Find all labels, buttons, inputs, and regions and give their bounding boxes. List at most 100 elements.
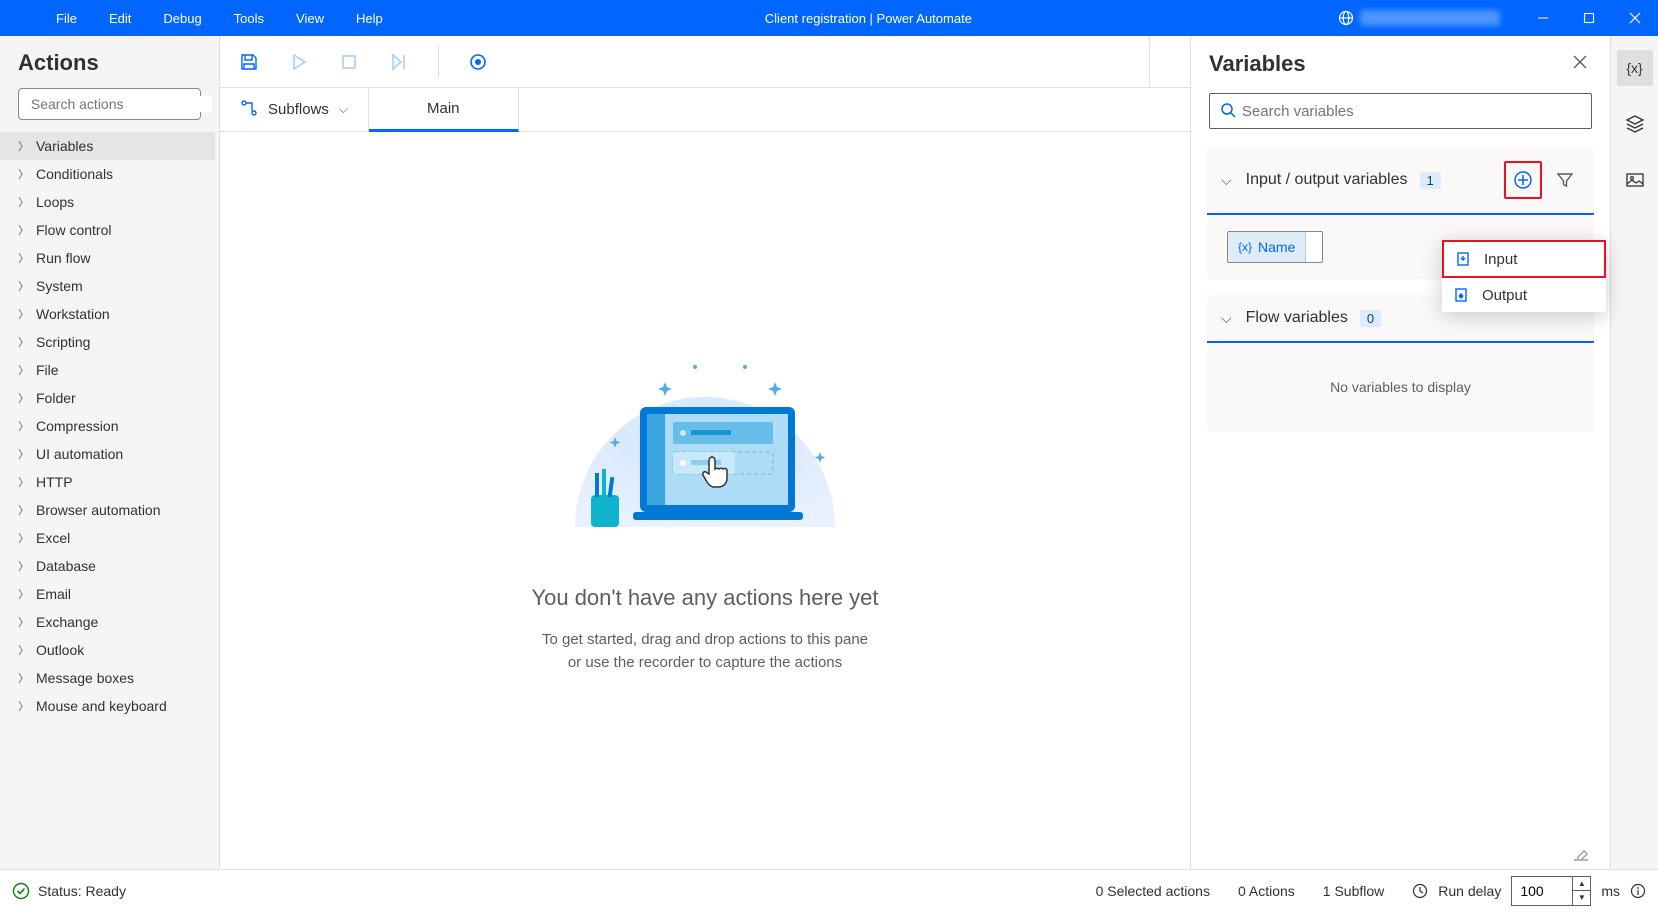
chevron-right-icon: 〉 [18, 362, 36, 378]
subflow-icon [240, 99, 258, 121]
action-category-flow-control[interactable]: 〉Flow control [0, 216, 215, 244]
chevron-right-icon: 〉 [18, 250, 36, 266]
run-delay-value[interactable] [1512, 883, 1572, 899]
action-category-scripting[interactable]: 〉Scripting [0, 328, 215, 356]
rail-ui-elements-button[interactable] [1617, 106, 1653, 142]
menu-view[interactable]: View [280, 3, 340, 34]
increment-button[interactable]: ▲ [1573, 877, 1590, 891]
action-category-excel[interactable]: 〉Excel [0, 524, 215, 552]
variables-search-input[interactable] [1242, 103, 1581, 120]
dropdown-input-label: Input [1484, 251, 1517, 268]
action-label: Email [36, 586, 71, 602]
action-category-file[interactable]: 〉File [0, 356, 215, 384]
chevron-down-icon[interactable]: ⌵ [1221, 172, 1232, 189]
action-label: Mouse and keyboard [36, 698, 167, 714]
variables-close-button[interactable] [1568, 50, 1592, 77]
chevron-right-icon: 〉 [18, 138, 36, 154]
add-variable-button[interactable] [1504, 161, 1542, 199]
stop-button[interactable] [336, 49, 362, 75]
eraser-icon[interactable] [1572, 844, 1590, 865]
action-label: Message boxes [36, 670, 134, 686]
action-category-folder[interactable]: 〉Folder [0, 384, 215, 412]
action-label: Conditionals [36, 166, 113, 182]
action-category-email[interactable]: 〉Email [0, 580, 215, 608]
action-category-http[interactable]: 〉HTTP [0, 468, 215, 496]
actions-search-box[interactable] [18, 88, 201, 120]
variable-icon: {x} [1238, 240, 1252, 254]
decrement-button[interactable]: ▼ [1573, 891, 1590, 905]
action-category-run-flow[interactable]: 〉Run flow [0, 244, 215, 272]
dropdown-item-input[interactable]: Input [1442, 240, 1606, 278]
window-close-button[interactable] [1612, 0, 1658, 36]
run-delay-unit: ms [1601, 883, 1620, 899]
designer-canvas[interactable]: You don't have any actions here yet To g… [220, 132, 1190, 869]
menu-debug[interactable]: Debug [147, 3, 217, 34]
action-category-exchange[interactable]: 〉Exchange [0, 608, 215, 636]
action-category-system[interactable]: 〉System [0, 272, 215, 300]
chevron-right-icon: 〉 [18, 502, 36, 518]
chevron-right-icon: 〉 [18, 474, 36, 490]
rail-images-button[interactable] [1617, 162, 1653, 198]
action-category-ui-automation[interactable]: 〉UI automation [0, 440, 215, 468]
subflows-label: Subflows [268, 101, 329, 118]
actions-list[interactable]: 〉Variables 〉Conditionals 〉Loops 〉Flow co… [0, 132, 219, 869]
variables-search-box[interactable] [1209, 93, 1592, 129]
action-label: Workstation [36, 306, 110, 322]
run-button[interactable] [286, 49, 312, 75]
run-delay-input[interactable]: ▲▼ [1511, 876, 1591, 906]
action-label: Loops [36, 194, 74, 210]
actions-search-input[interactable] [31, 96, 212, 112]
action-label: Scripting [36, 334, 90, 350]
window-minimize-button[interactable] [1520, 0, 1566, 36]
action-label: Compression [36, 418, 118, 434]
status-actions-count: 0 Actions [1238, 883, 1295, 899]
menu-file[interactable]: File [40, 3, 93, 34]
menu-edit[interactable]: Edit [93, 3, 147, 34]
window-maximize-button[interactable] [1566, 0, 1612, 36]
chevron-right-icon: 〉 [18, 278, 36, 294]
action-category-database[interactable]: 〉Database [0, 552, 215, 580]
chevron-right-icon: 〉 [18, 194, 36, 210]
action-category-variables[interactable]: 〉Variables [0, 132, 215, 160]
designer-search-button[interactable] [1149, 36, 1190, 88]
dropdown-item-output[interactable]: Output [1442, 278, 1606, 312]
chevron-right-icon: 〉 [18, 334, 36, 350]
status-text: Status: Ready [38, 883, 126, 899]
action-category-loops[interactable]: 〉Loops [0, 188, 215, 216]
input-icon [1456, 250, 1474, 268]
globe-icon [1338, 10, 1354, 26]
info-icon[interactable] [1630, 883, 1646, 899]
tab-main[interactable]: Main [369, 88, 519, 132]
action-category-message-boxes[interactable]: 〉Message boxes [0, 664, 215, 692]
empty-state-title: You don't have any actions here yet [531, 585, 878, 611]
environment-name-blurred [1360, 10, 1500, 26]
save-button[interactable] [236, 49, 262, 75]
record-button[interactable] [465, 49, 491, 75]
subflows-dropdown[interactable]: Subflows ⌵ [220, 88, 369, 131]
action-category-mouse-keyboard[interactable]: 〉Mouse and keyboard [0, 692, 215, 720]
variable-chip-name[interactable]: {x} Name [1227, 231, 1323, 263]
action-category-conditionals[interactable]: 〉Conditionals [0, 160, 215, 188]
chevron-right-icon: 〉 [18, 166, 36, 182]
rail-variables-button[interactable]: {x} [1617, 50, 1653, 86]
chevron-right-icon: 〉 [18, 698, 36, 714]
action-label: HTTP [36, 474, 73, 490]
action-category-browser-automation[interactable]: 〉Browser automation [0, 496, 215, 524]
title-bar: File Edit Debug Tools View Help Client r… [0, 0, 1658, 36]
action-category-compression[interactable]: 〉Compression [0, 412, 215, 440]
action-category-outlook[interactable]: 〉Outlook [0, 636, 215, 664]
empty-state-subtitle: To get started, drag and drop actions to… [542, 629, 868, 674]
action-label: Database [36, 558, 96, 574]
variables-pane: Variables ⌵ Input / output variables 1 [1190, 36, 1610, 869]
menu-help[interactable]: Help [340, 3, 399, 34]
step-button[interactable] [386, 49, 412, 75]
action-category-workstation[interactable]: 〉Workstation [0, 300, 215, 328]
add-variable-dropdown: Input Output [1442, 240, 1606, 312]
filter-variables-button[interactable] [1546, 161, 1584, 199]
right-rail: {x} [1610, 36, 1658, 869]
menu-tools[interactable]: Tools [218, 3, 280, 34]
search-icon [1220, 102, 1238, 120]
flow-variables-count: 0 [1360, 310, 1381, 327]
chevron-down-icon[interactable]: ⌵ [1221, 310, 1232, 327]
environment-indicator[interactable] [1338, 10, 1500, 26]
